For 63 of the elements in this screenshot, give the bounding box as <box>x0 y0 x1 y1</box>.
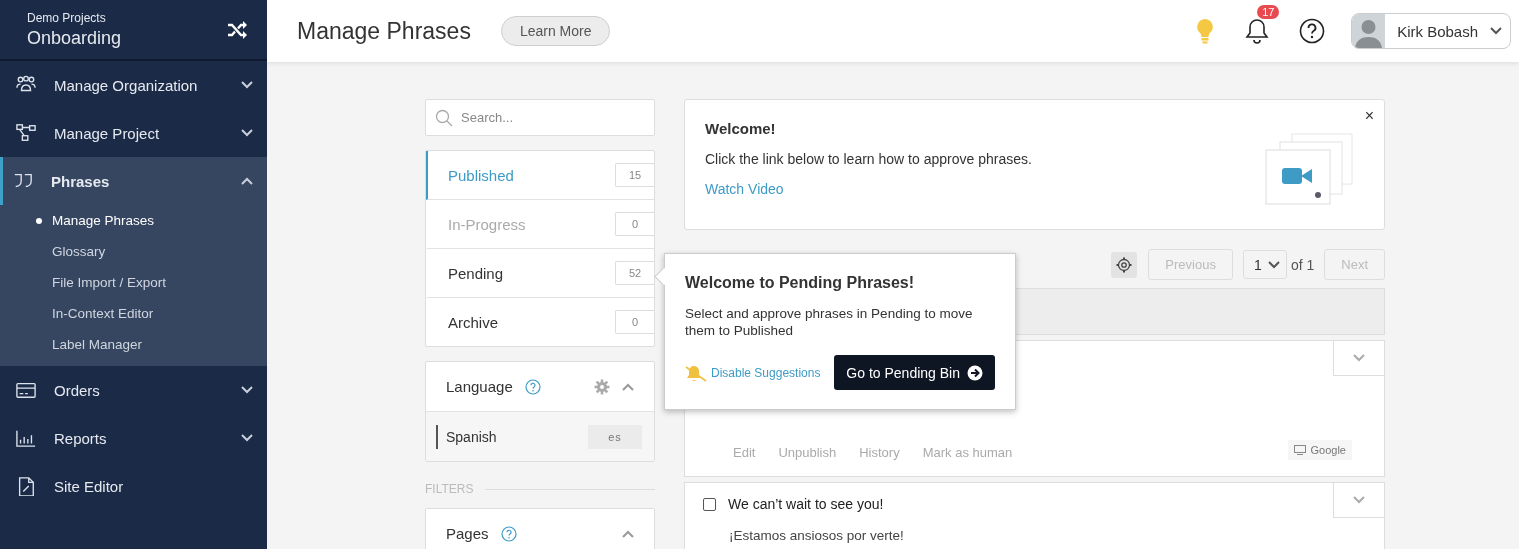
chevron-down-icon <box>1353 496 1365 504</box>
submenu-item[interactable]: In-Context Editor <box>0 298 267 329</box>
network-icon <box>15 123 37 143</box>
bell-icon[interactable] <box>1245 18 1270 44</box>
settings-icon[interactable] <box>594 378 610 395</box>
section-label: FILTERS <box>425 482 474 496</box>
bin-tab[interactable]: Pending 52 <box>426 249 654 298</box>
project-name: Onboarding <box>27 27 122 49</box>
popover-text: Select and approve phrases in Pending to move them to Published <box>685 305 974 339</box>
panel-title: Language <box>446 378 513 395</box>
monitor-icon <box>1293 445 1306 455</box>
sidebar-item[interactable]: Orders <box>0 366 267 414</box>
arrow-circle-icon <box>967 364 983 381</box>
bin-tab[interactable]: Archive 0 <box>426 298 654 346</box>
bin-tab[interactable]: Published 15 <box>426 151 654 200</box>
project-label: Demo Projects <box>27 10 107 25</box>
settings-button[interactable] <box>1111 251 1138 278</box>
user-menu[interactable]: Kirk Bobash <box>1351 13 1511 49</box>
bin-label: Pending <box>448 264 504 282</box>
popover-title: Welcome to Pending Phrases! <box>685 274 916 292</box>
page-select[interactable]: 1 <box>1242 250 1287 279</box>
chevron-down-icon <box>1490 27 1502 35</box>
bar-chart-icon <box>15 428 37 448</box>
settings-icon <box>1116 256 1133 273</box>
submenu-item[interactable]: Label Manager <box>0 329 267 360</box>
sidebar-item[interactable]: Manage Organization <box>0 61 267 109</box>
sidebar-item[interactable]: Reports <box>0 414 267 462</box>
count-badge: 52 <box>615 261 654 285</box>
avatar <box>1352 14 1386 48</box>
notification-badge: 17 <box>1257 5 1280 19</box>
card-title: Welcome! <box>705 120 777 137</box>
credit-card-icon <box>15 380 37 400</box>
panel-title: Pages <box>446 525 489 542</box>
language-code: es <box>588 424 642 449</box>
bin-label: In-Progress <box>448 215 526 233</box>
provider-tag: Google <box>1287 440 1352 460</box>
language-item[interactable]: Spanish <box>436 424 497 449</box>
bin-label: Published <box>448 166 514 184</box>
submenu-item[interactable]: Manage Phrases <box>0 205 267 236</box>
help-icon[interactable] <box>1299 18 1326 44</box>
sidebar-item[interactable]: Manage Project <box>0 109 267 157</box>
go-to-pending-button[interactable]: Go to Pending Bin <box>834 355 995 390</box>
chevron-down-icon <box>1353 354 1365 362</box>
bin-label: Archive <box>448 313 499 331</box>
chevron-down-icon <box>1267 260 1280 269</box>
translation-text: ¡Estamos ansiosos por verte! <box>729 528 905 543</box>
lightbulb-icon[interactable] <box>1195 18 1216 44</box>
sidebar-item[interactable]: Phrases <box>0 157 267 205</box>
count-badge: 15 <box>615 163 654 187</box>
close-button[interactable]: × <box>1364 108 1374 124</box>
count-badge: 0 <box>615 310 654 334</box>
sidebar-item[interactable]: Site Editor <box>0 462 267 510</box>
submenu-item[interactable]: Glossary <box>0 236 267 267</box>
count-badge: 0 <box>615 212 654 236</box>
checkbox[interactable] <box>703 497 716 511</box>
card-text: Click the link below to learn how to approve phrases. <box>705 151 1033 167</box>
page-count: of 1 <box>1290 256 1315 273</box>
page-title: Manage Phrases <box>297 17 471 45</box>
shuffle-icon[interactable] <box>227 20 247 39</box>
source-text: We can’t wait to see you! <box>728 496 884 512</box>
submenu-item[interactable]: File Import / Export <box>0 267 267 298</box>
search-field[interactable]: Search... <box>425 99 655 136</box>
learn-more-button[interactable]: Learn More <box>500 16 611 46</box>
